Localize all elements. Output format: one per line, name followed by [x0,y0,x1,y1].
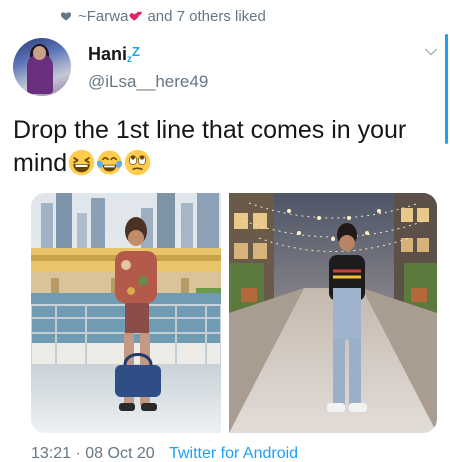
photo-right[interactable] [229,193,437,433]
liker-name[interactable]: ~Farwa [78,8,128,25]
separator-dot: · [75,445,81,462]
display-name-text: Hani [88,44,128,64]
chevron-down-icon[interactable] [423,44,439,60]
photo-right-image [229,193,437,433]
tweet-source-link[interactable]: Twitter for Android [169,445,298,462]
tears-of-joy-emoji [97,150,123,175]
photo-left-image [31,193,221,433]
tweet-date: 08 Oct 20 [85,445,155,462]
two-hearts-emoji [130,11,143,21]
tweet-time: 13:21 [31,445,72,462]
heart-icon [60,12,72,21]
avatar-figure [27,54,53,94]
avatar-face [33,46,46,60]
avatar[interactable] [13,38,71,96]
rolling-eyes-emoji [124,149,151,176]
liked-suffix: and 7 others liked [147,7,266,25]
author-handle[interactable]: @iLsa__here49 [88,72,208,92]
timestamp-row: 13:21 · 08 Oct 20 Twitter for Android [31,445,298,462]
grinning-squinting-emoji [68,149,95,176]
display-name-decoration-large: Z [132,44,140,59]
tweet-text: Drop the 1st line that comes in your min… [13,114,433,180]
social-context[interactable]: ~Farwa and 7 others liked [60,6,266,26]
author-display-name[interactable]: HanizZ [88,44,140,65]
scroll-indicator[interactable] [445,34,448,144]
photo-left[interactable] [31,193,221,433]
